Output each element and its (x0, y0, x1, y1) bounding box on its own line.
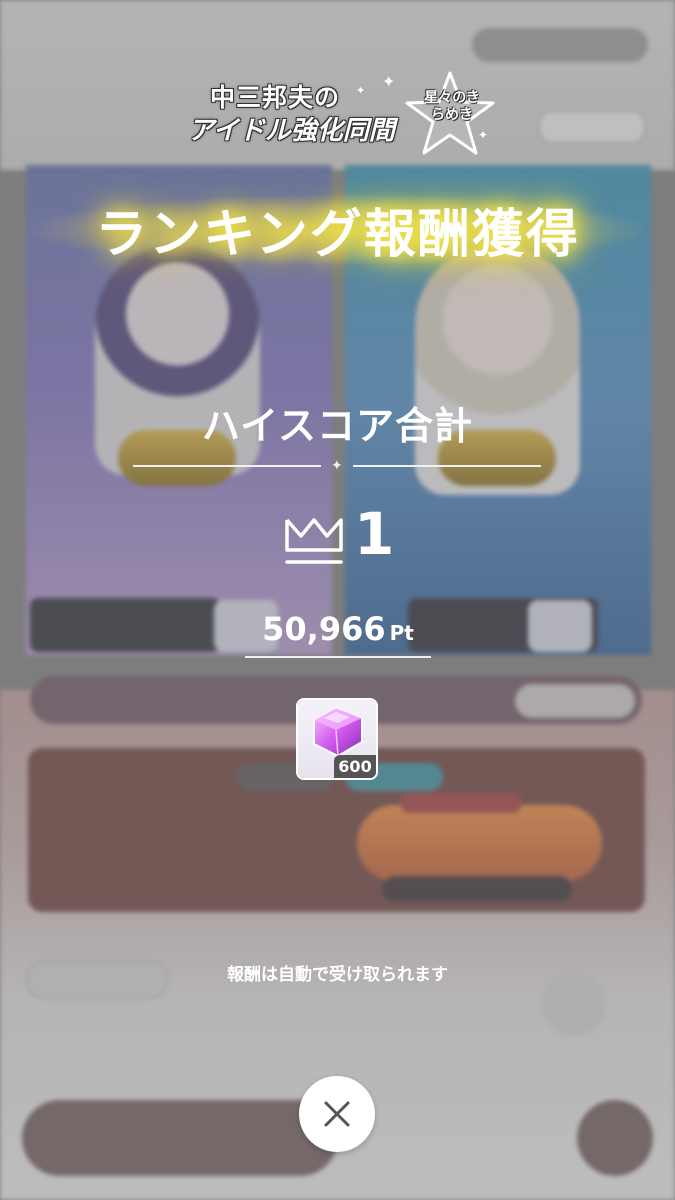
event-title-line2: アイドル強化同間 (188, 116, 395, 146)
sparkle-icon: ✦ (356, 84, 366, 97)
close-button[interactable] (299, 1076, 375, 1152)
score-display: 50,966 Pt (245, 610, 431, 648)
gem-icon (313, 706, 363, 758)
divider-diamond-icon: ✦ (331, 458, 343, 474)
reward-item[interactable]: 600 (298, 700, 376, 778)
auto-receive-notice: 報酬は自動で受け取られます (227, 965, 448, 985)
rank-value: 1 (354, 500, 395, 568)
divider-left (133, 465, 321, 467)
event-subtitle: 星々のきらめき (424, 90, 480, 123)
modal-dim-overlay[interactable] (0, 0, 675, 1200)
score-value: 50,966 (262, 610, 386, 648)
close-icon (324, 1101, 350, 1127)
event-logo: 中三邦夫の アイドル強化同間 星々のきらめき ✦ ✦ ✦ (186, 70, 496, 156)
score-underline (245, 656, 431, 658)
reward-headline: ランキング報酬獲得 (95, 205, 580, 265)
event-title-line1: 中三邦夫の (210, 83, 341, 112)
reward-quantity: 600 (334, 755, 376, 778)
sparkle-icon: ✦ (382, 72, 396, 91)
ranking-category: ハイスコア合計 (201, 404, 474, 448)
sparkle-icon: ✦ (478, 128, 489, 142)
divider-right (353, 465, 541, 467)
crown-icon (285, 518, 343, 564)
score-unit: Pt (389, 621, 414, 645)
